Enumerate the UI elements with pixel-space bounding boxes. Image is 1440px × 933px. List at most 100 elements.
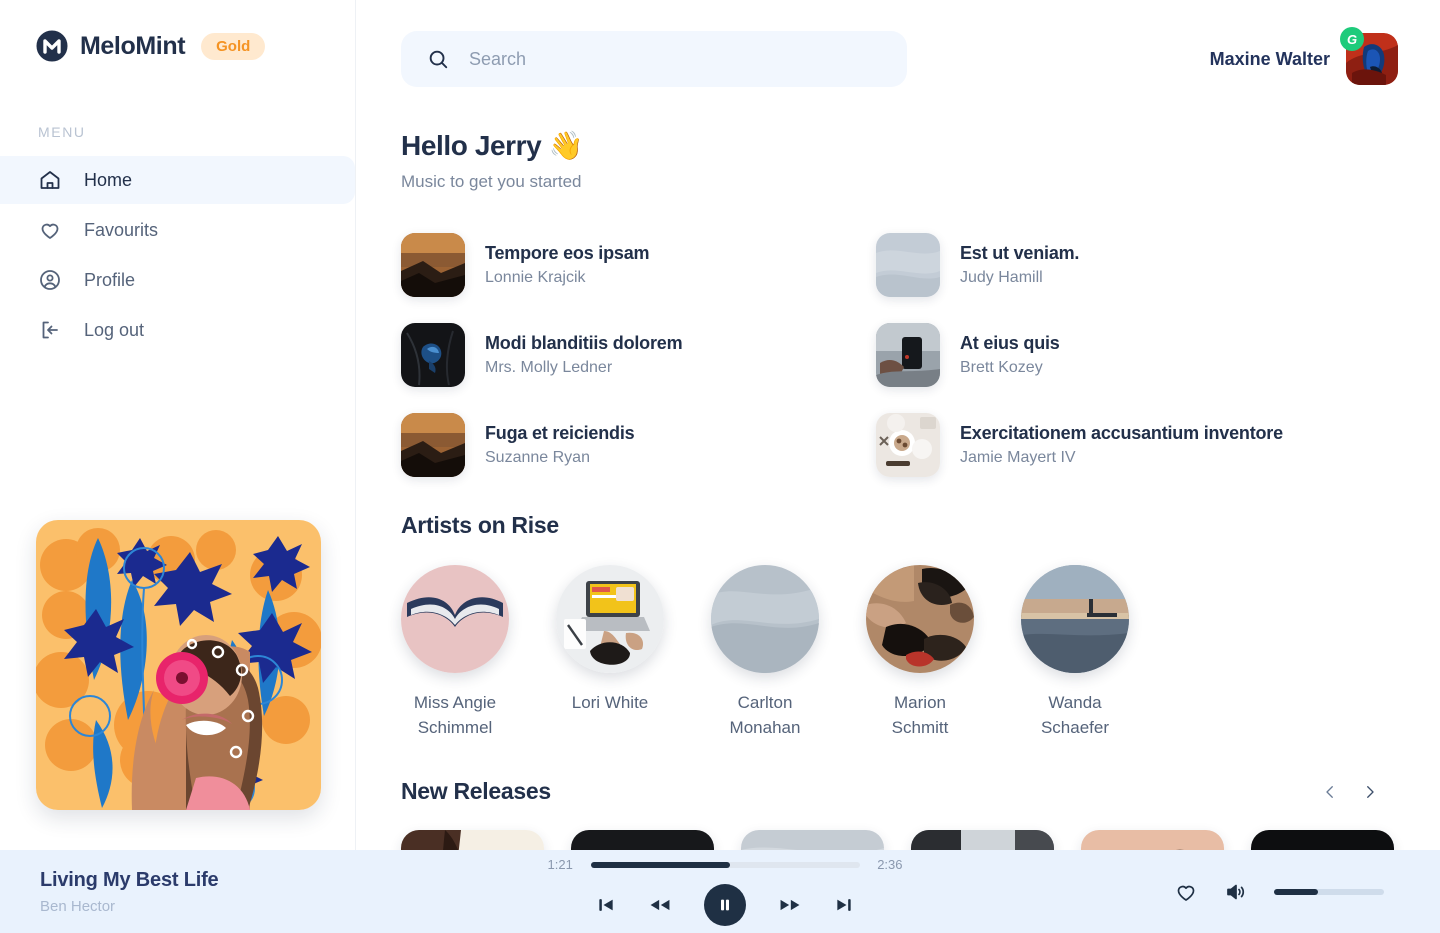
like-button[interactable] — [1174, 880, 1198, 904]
floral-collage-icon — [36, 520, 321, 810]
song-artist: Jamie Mayert IV — [960, 449, 1076, 466]
list-item[interactable]: Fuga et reiciendis Suzanne Ryan — [401, 400, 876, 490]
list-item[interactable]: Carlton Monahan — [711, 565, 819, 740]
list-item[interactable]: Lori White — [556, 565, 664, 740]
play-pause-button[interactable] — [704, 884, 746, 926]
user-circle-icon — [40, 270, 60, 290]
volume-slider[interactable] — [1274, 888, 1384, 895]
next-track-icon — [837, 899, 851, 911]
promo-artwork[interactable] — [36, 520, 321, 810]
progress-fill — [590, 861, 731, 868]
greeting-text: Hello Jerry — [401, 130, 542, 161]
current-time: 1:21 — [547, 857, 573, 872]
player-controls — [596, 884, 854, 926]
artist-avatar — [711, 565, 819, 673]
main-content: Maxine Walter G — [356, 0, 1440, 850]
song-artist: Mrs. Molly Ledner — [485, 359, 613, 376]
song-info: Tempore eos ipsam Lonnie Krajcik — [485, 243, 650, 287]
user-menu[interactable]: Maxine Walter G — [1210, 27, 1420, 85]
rewind-button[interactable] — [648, 894, 672, 916]
logout-icon — [42, 321, 58, 339]
rewind-icon — [650, 899, 670, 911]
previous-track-button[interactable] — [596, 895, 616, 915]
sunset-canyon-icon — [401, 233, 465, 297]
greeting: Hello Jerry 👋 Music to get you started — [356, 87, 1440, 192]
album-art — [401, 413, 465, 477]
laptop-desk-icon — [556, 565, 664, 673]
home-icon — [40, 171, 60, 189]
sidebar-item-profile[interactable]: Profile — [0, 256, 355, 304]
releases-list — [356, 805, 1440, 850]
heart-outline-icon — [1177, 885, 1195, 901]
song-title: Fuga et reiciendis — [485, 423, 635, 443]
greeting-subtitle: Music to get you started — [401, 172, 582, 191]
pink-open-book-icon — [401, 565, 509, 673]
black-deep-icon — [1251, 830, 1394, 850]
search-input[interactable] — [469, 48, 869, 70]
artist-name: Wanda Schaefer — [1040, 693, 1110, 737]
artist-name: Miss Angie Schimmel — [413, 693, 497, 737]
verified-badge: G — [1340, 27, 1364, 51]
plan-badge: Gold — [201, 32, 266, 60]
progress-slider[interactable] — [590, 861, 860, 868]
list-item[interactable]: Tempore eos ipsam Lonnie Krajcik — [401, 220, 876, 310]
fast-forward-icon — [780, 899, 800, 911]
player-right-controls — [1174, 880, 1440, 904]
album-art — [876, 323, 940, 387]
player-center: 1:21 2:36 — [490, 857, 960, 926]
sidebar-item-favourits[interactable]: Favourits — [0, 206, 355, 254]
avatar[interactable]: G — [1340, 27, 1398, 85]
song-title: Exercitationem accusantium inventore — [960, 423, 1283, 443]
artist-name: Lori White — [571, 693, 649, 712]
song-title: Tempore eos ipsam — [485, 243, 650, 263]
heart-icon — [41, 223, 59, 239]
releases-section-header: New Releases — [356, 740, 1440, 805]
search-bar[interactable] — [401, 31, 907, 87]
release-card[interactable] — [741, 830, 884, 850]
list-item[interactable]: Marion Schmitt — [866, 565, 974, 740]
artists-section-header: Artists on Rise — [356, 490, 1440, 539]
artist-name: Marion Schmitt — [891, 693, 949, 737]
app-root: MeloMint Gold MENU Home Favourits Profil… — [0, 0, 1440, 933]
song-info: At eius quis Brett Kozey — [960, 333, 1060, 377]
release-card[interactable] — [571, 830, 714, 850]
next-track-button[interactable] — [834, 895, 854, 915]
menu-section-label: MENU — [38, 124, 86, 140]
section-title: New Releases — [401, 778, 551, 805]
list-item[interactable]: Est ut veniam. Judy Hamill — [876, 220, 1440, 310]
sidebar-item-label: Profile — [84, 269, 136, 290]
release-card[interactable] — [1251, 830, 1394, 850]
sidebar-item-label: Log out — [84, 319, 145, 340]
list-item[interactable]: Miss Angie Schimmel — [401, 565, 509, 740]
fast-forward-button[interactable] — [778, 894, 802, 916]
people-warm-icon — [866, 565, 974, 673]
sidebar-item-home[interactable]: Home — [0, 156, 355, 204]
sidebar-item-label: Home — [84, 169, 133, 190]
artists-list: Miss Angie Schimmel Lori White Carlton M… — [356, 539, 1440, 740]
now-playing: Living My Best Life Ben Hector — [0, 869, 490, 915]
album-art — [401, 323, 465, 387]
list-item[interactable]: At eius quis Brett Kozey — [876, 310, 1440, 400]
section-title: Artists on Rise — [401, 512, 559, 538]
song-title: Modi blanditiis dolorem — [485, 333, 683, 353]
carousel-prev-button[interactable] — [1317, 779, 1343, 805]
list-item[interactable]: Exercitationem accusantium inventore Jam… — [876, 400, 1440, 490]
skin-palm-icon — [1081, 830, 1224, 850]
list-item[interactable]: Wanda Schaefer — [1021, 565, 1129, 740]
brand[interactable]: MeloMint Gold — [0, 0, 355, 62]
player-bar: Living My Best Life Ben Hector 1:21 2:36 — [0, 850, 1440, 933]
sunset-canyon-icon — [401, 413, 465, 477]
volume-fill — [1274, 888, 1318, 895]
release-card[interactable] — [911, 830, 1054, 850]
carousel-next-button[interactable] — [1357, 779, 1383, 805]
hands-phone-icon — [876, 323, 940, 387]
chevron-left-icon — [1326, 785, 1333, 798]
release-card[interactable] — [401, 830, 544, 850]
volume-button[interactable] — [1224, 880, 1248, 904]
total-time: 2:36 — [877, 857, 903, 872]
list-item[interactable]: Modi blanditiis dolorem Mrs. Molly Ledne… — [401, 310, 876, 400]
release-card[interactable] — [1081, 830, 1224, 850]
artist-avatar — [866, 565, 974, 673]
wave-emoji-icon: 👋 — [548, 130, 584, 161]
sidebar-item-logout[interactable]: Log out — [0, 306, 355, 354]
